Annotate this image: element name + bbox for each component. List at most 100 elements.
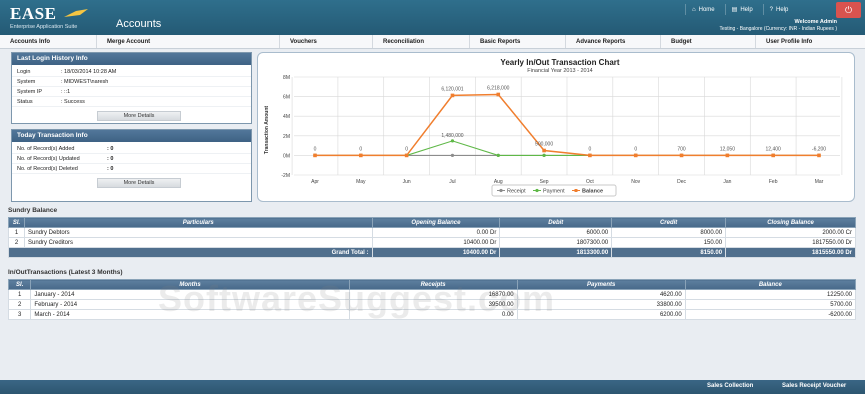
x-tick-label: Oct: [586, 179, 594, 185]
logo-subtitle: Enterprise Application Suite: [10, 24, 78, 30]
kv-value: : 0: [107, 166, 114, 172]
column-header: Debit: [499, 217, 613, 228]
data-label: 0: [634, 146, 637, 152]
column-header: Closing Balance: [725, 217, 856, 228]
x-tick-label: May: [356, 179, 366, 185]
data-point-balance: [771, 153, 775, 158]
data-point-balance: [542, 148, 546, 153]
legend-receipt-marker: [499, 188, 503, 193]
legend-receipt[interactable]: Receipt: [507, 189, 526, 195]
table-cell: 3: [7, 309, 32, 320]
kv-value: : Success: [61, 99, 85, 105]
home-link[interactable]: ⌂ Home: [685, 4, 721, 15]
data-point-balance: [496, 92, 501, 97]
table-cell: 2000.00 Cr: [725, 227, 856, 238]
x-tick-label: Jul: [449, 179, 455, 185]
login-more-details-button[interactable]: More Details: [97, 111, 181, 121]
menu-user-profile-info[interactable]: User Profile Info: [756, 35, 865, 48]
table-cell: 10400.00 Dr: [371, 237, 501, 248]
legend-balance[interactable]: Balance: [582, 189, 603, 195]
table-cell: 1807300.00: [499, 237, 613, 248]
panel-title: Today Transaction Info: [12, 130, 251, 142]
y-tick-label: 6M: [283, 95, 290, 101]
chart-legend: Receipt Payment Balance: [491, 184, 617, 197]
transaction-chart: Yearly In/Out Transaction Chart Financia…: [264, 58, 843, 197]
table-cell: 2: [8, 237, 25, 248]
table-row[interactable]: 2 Sundry Creditors 10400.00 Dr 1807300.0…: [8, 237, 856, 248]
menu-advance-reports[interactable]: Advance Reports: [566, 35, 661, 48]
sales-collection-link[interactable]: Sales Collection: [707, 383, 753, 389]
table-row[interactable]: 1 Sundry Debtors 0.00 Dr 6000.00 8000.00…: [8, 227, 856, 238]
data-point-payment: [496, 153, 500, 157]
book-link[interactable]: ▤ Help: [724, 4, 759, 15]
transaction-more-details-button[interactable]: More Details: [97, 178, 181, 188]
column-header: Opening Balance: [371, 217, 501, 228]
chart-title: Yearly In/Out Transaction Chart: [500, 58, 619, 67]
y-axis-label: Transaction Amount: [264, 106, 270, 154]
table-cell: 1815550.00 Dr: [725, 247, 856, 258]
data-label: 12,400: [766, 146, 782, 152]
table-cell: 1817550.00 Dr: [725, 237, 856, 248]
kv-key: No. of Record(s) Added: [17, 146, 75, 152]
menu-vouchers[interactable]: Vouchers: [280, 35, 373, 48]
sundry-balance-title: Sundry Balance: [8, 207, 58, 214]
data-point-balance: [404, 153, 409, 158]
kv-key: System: [17, 79, 36, 85]
legend-payment[interactable]: Payment: [543, 189, 565, 195]
x-tick-label: Dec: [677, 179, 686, 185]
logout-button[interactable]: ⏻: [836, 2, 861, 18]
data-label: 1,480,000: [441, 133, 463, 139]
last-login-panel: Last Login History Info Login : 18/03/201…: [11, 52, 252, 124]
table-cell: 12250.00: [684, 289, 857, 300]
help-link[interactable]: ? Help: [762, 4, 795, 15]
table-cell: 8000.00: [611, 227, 727, 238]
chart-grid: 8M 6M 4M 2M 0M -2M Apr May Jun Jul Aug Sep Oct Nov Dec…: [281, 75, 843, 185]
table-header-row: Sl. Particulars Opening Balance Debit Cr…: [8, 217, 856, 228]
y-tick-label: 2M: [283, 134, 290, 140]
panel-title: Last Login History Info: [12, 53, 251, 65]
watermark: SoftwareSuggest.com: [158, 278, 556, 319]
table-cell: Sundry Creditors: [23, 237, 373, 248]
data-point-balance: [817, 153, 821, 158]
page-title: Accounts: [116, 18, 162, 30]
column-header: Sl.: [7, 279, 32, 290]
data-label: 6,218,000: [487, 85, 509, 91]
sales-receipt-voucher-link[interactable]: Sales Receipt Voucher: [782, 383, 846, 389]
kv-value: : ::1: [61, 89, 71, 95]
chart-panel: Yearly In/Out Transaction Chart Financia…: [257, 52, 855, 202]
y-tick-label: 8M: [283, 75, 290, 81]
menu-accounts-info[interactable]: Accounts Info: [0, 35, 97, 48]
table-cell: 150.00: [611, 237, 727, 248]
menu-merge-account[interactable]: Merge Account: [97, 35, 280, 48]
data-point-balance: [450, 93, 455, 98]
kv-key: Status: [17, 99, 33, 105]
data-label: 12,050: [720, 146, 736, 152]
table-cell: 5700.00: [684, 299, 857, 310]
menu-budget[interactable]: Budget: [661, 35, 756, 48]
kv-value: : 18/03/2014 10:28 AM: [61, 69, 117, 75]
status-row: Status : Success: [12, 97, 251, 107]
logo-swoosh-icon: [64, 9, 88, 17]
kv-key: System IP: [17, 89, 43, 95]
menu-reconciliation[interactable]: Reconciliation: [373, 35, 470, 48]
column-header: Balance: [684, 279, 857, 290]
data-point-payment: [450, 139, 455, 143]
app-logo[interactable]: EASE: [10, 4, 56, 24]
data-point-balance: [313, 153, 317, 158]
data-point-balance: [679, 153, 684, 158]
data-label: 700: [677, 146, 686, 152]
welcome-text: Welcome Admin: [794, 19, 837, 25]
kv-value: : MIDWEST\naresh: [61, 79, 109, 85]
chart-marks: 0 0 0 6,120,001 6,218,000 500,000 0 0 700 12,050 1…: [313, 85, 826, 158]
location-currency-text: Testing - Bangalore (Currency: INR - Ind…: [719, 26, 837, 32]
kv-key: Login: [17, 69, 31, 75]
kv-key: No. of Record(s) Updated: [17, 156, 80, 162]
table-cell: 10400.00 Dr: [371, 247, 501, 258]
data-label: -6,200: [812, 146, 826, 152]
table-cell: Sundry Debtors: [23, 227, 373, 238]
table-cell: 1: [8, 227, 25, 238]
menu-basic-reports[interactable]: Basic Reports: [470, 35, 566, 48]
login-row: Login : 18/03/2014 10:28 AM: [12, 67, 251, 77]
x-tick-label: Sep: [540, 179, 549, 185]
records-deleted-row: No. of Record(s) Deleted: 0: [12, 164, 251, 174]
